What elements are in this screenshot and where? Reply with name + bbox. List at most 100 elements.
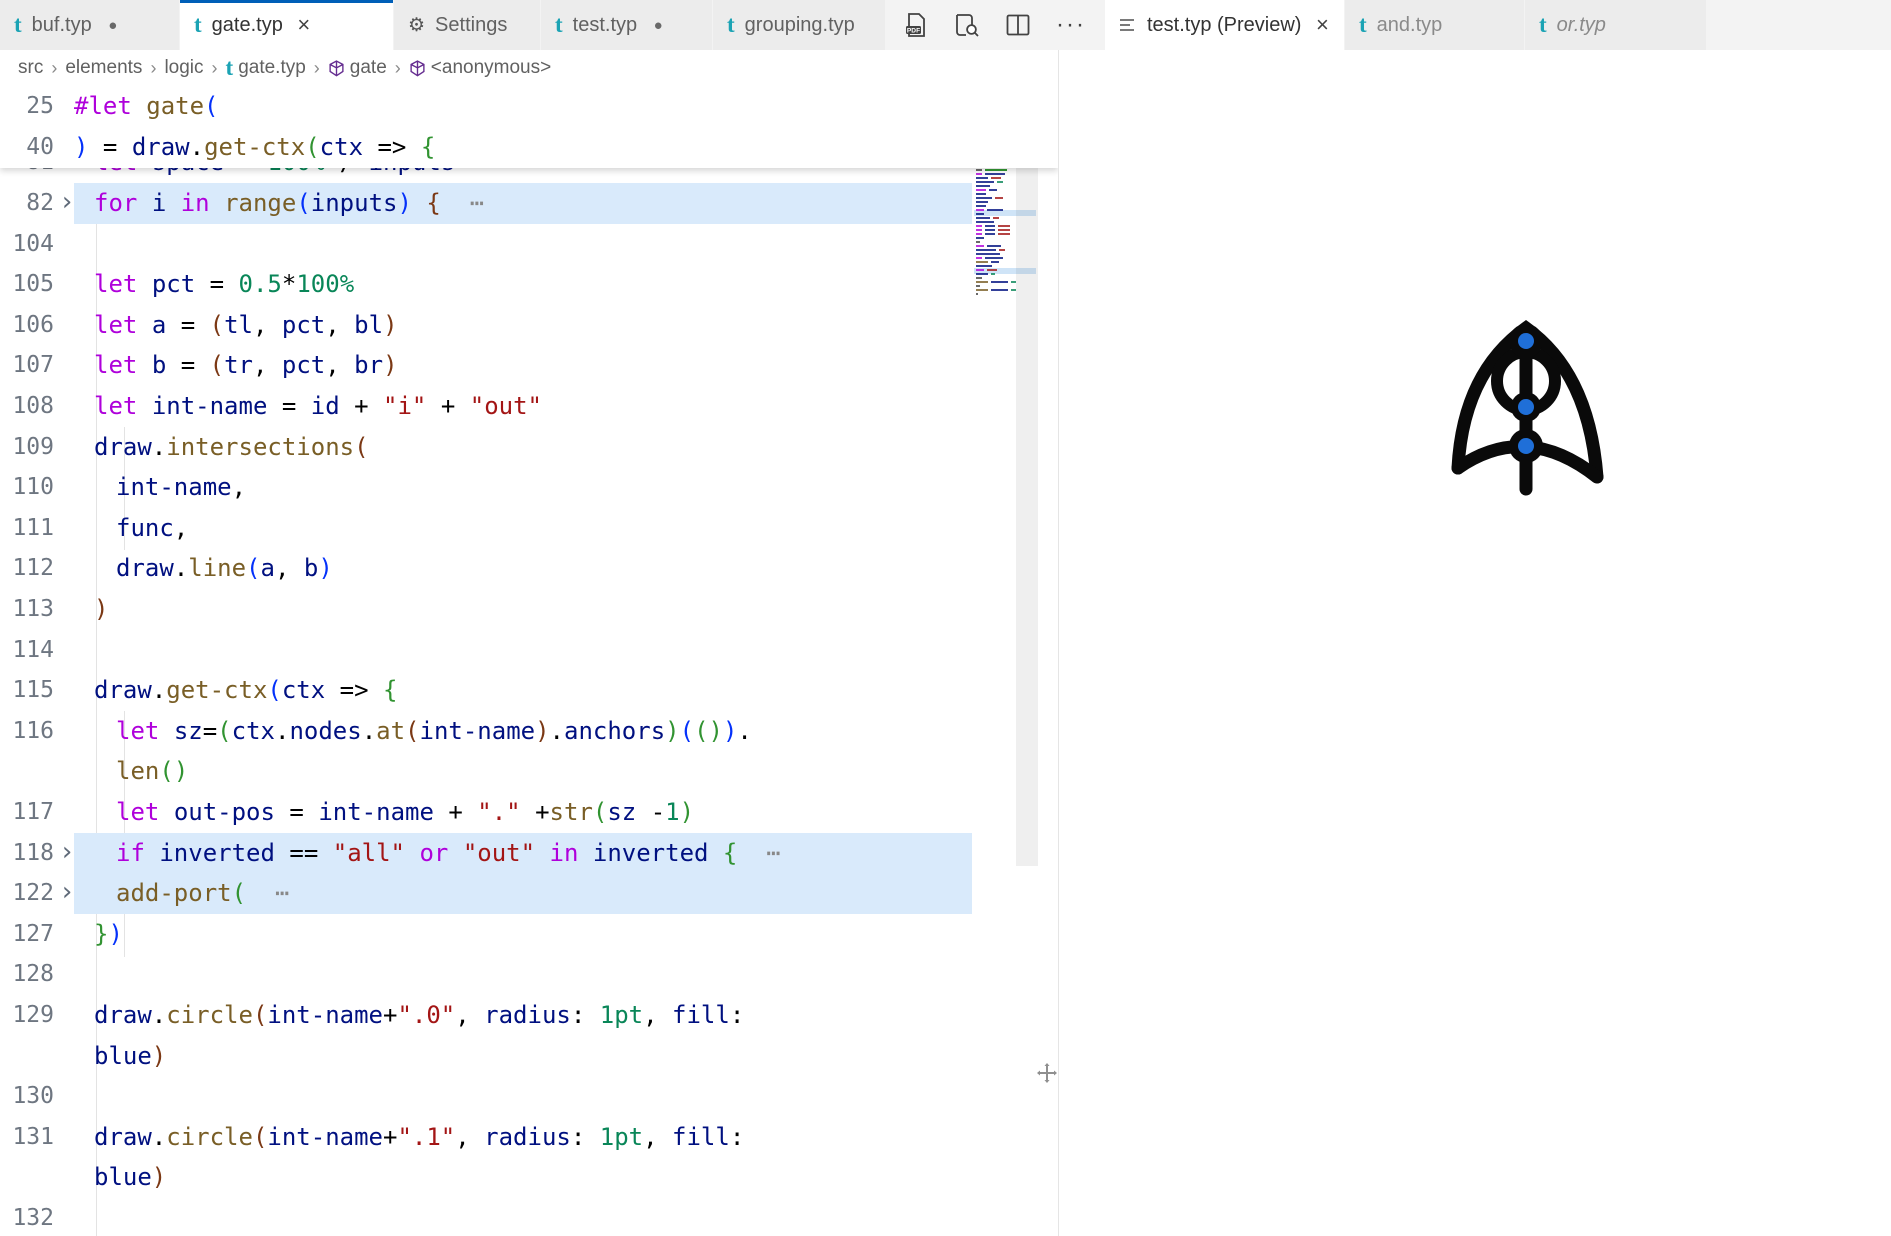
code-token: a bbox=[261, 554, 275, 582]
folded-code-ellipsis[interactable]: ⋯ bbox=[441, 189, 484, 217]
code-line-115: 115draw.get-ctx(ctx => { bbox=[0, 670, 1058, 711]
breadcrumb-item-logic[interactable]: logic bbox=[164, 57, 203, 79]
folded-code-ellipsis[interactable]: ⋯ bbox=[246, 879, 289, 907]
breadcrumb-item-gate[interactable]: gate bbox=[328, 57, 387, 79]
code-token: ( bbox=[253, 1001, 267, 1029]
breadcrumb-label: src bbox=[18, 57, 43, 79]
close-tab-button[interactable]: × bbox=[293, 15, 315, 35]
minimap-bar bbox=[998, 229, 1010, 231]
code-token: ( bbox=[405, 717, 419, 745]
code-token: draw bbox=[94, 1123, 152, 1151]
tab-label: test.typ bbox=[573, 14, 637, 37]
split-editor-button[interactable] bbox=[1006, 14, 1030, 36]
sash-resize-handle[interactable] bbox=[1037, 1063, 1057, 1083]
line-number: 117 bbox=[0, 792, 54, 833]
fold-chevron-icon[interactable]: › bbox=[59, 832, 75, 873]
breadcrumb-item--anonymous-[interactable]: <anonymous> bbox=[409, 57, 551, 79]
tab-and-typ[interactable]: tand.typ bbox=[1345, 0, 1525, 50]
breadcrumb-item-gate-typ[interactable]: tgate.typ bbox=[226, 57, 306, 79]
code-token: circle bbox=[166, 1001, 253, 1029]
code-line-40: 40) = draw.get-ctx(ctx => { bbox=[0, 127, 1058, 168]
code-token: ) bbox=[108, 920, 122, 948]
typst-preview-button[interactable] bbox=[954, 13, 980, 37]
code-token: ( bbox=[210, 311, 224, 339]
code-token: pct bbox=[152, 270, 195, 298]
code-token: ( bbox=[694, 717, 708, 745]
code-token: , bbox=[325, 351, 354, 379]
minimap-row bbox=[976, 292, 1016, 296]
code-token: , bbox=[643, 1123, 672, 1151]
minimap-bar bbox=[985, 169, 1007, 171]
code-text: #let gate( bbox=[74, 86, 219, 127]
more-actions-button[interactable]: ··· bbox=[1056, 11, 1086, 39]
fold-chevron-icon[interactable]: › bbox=[59, 872, 75, 913]
minimap-bar bbox=[985, 173, 1005, 175]
code-line-114: 114 bbox=[0, 630, 1058, 671]
folded-code-ellipsis[interactable]: ⋯ bbox=[737, 839, 780, 867]
code-text: blue) bbox=[94, 1157, 166, 1198]
breadcrumb-item-src[interactable]: src bbox=[18, 57, 43, 79]
code-line-131: 131draw.circle(int-name+".1", radius: 1p… bbox=[0, 1117, 1058, 1158]
code-token: let bbox=[94, 270, 137, 298]
code-text: draw.line(a, b) bbox=[116, 548, 333, 589]
typst-icon: t bbox=[1359, 15, 1367, 35]
code-line-25: 25 #let gate( bbox=[0, 86, 1058, 127]
code-token bbox=[137, 189, 151, 217]
code-token: * bbox=[282, 270, 296, 298]
line-number: 116 bbox=[0, 711, 54, 752]
minimap-bar bbox=[976, 277, 982, 279]
code-token: add-port bbox=[116, 879, 232, 907]
code-token: } bbox=[94, 920, 108, 948]
tab-grouping-typ[interactable]: tgrouping.typ bbox=[713, 0, 886, 50]
fold-chevron-icon[interactable]: › bbox=[59, 182, 75, 223]
code-line-116: 116let sz=(ctx.nodes.at(int-name).anchor… bbox=[0, 711, 1058, 752]
code-text: draw.circle(int-name+".1", radius: 1pt, … bbox=[94, 1117, 744, 1158]
code-token: : bbox=[730, 1123, 744, 1151]
sticky-scroll[interactable]: 25 #let gate(40) = draw.get-ctx(ctx => { bbox=[0, 86, 1058, 168]
code-line-113: 113) bbox=[0, 589, 1058, 630]
pdf-export-button[interactable]: PDF bbox=[904, 12, 928, 38]
close-tab-button[interactable]: × bbox=[1311, 15, 1333, 35]
code-token: ( bbox=[217, 717, 231, 745]
gate-preview-graphic bbox=[1450, 315, 1610, 510]
tab-group-2: test.typ (Preview)×tand.typtor.typ bbox=[1105, 0, 1707, 50]
tab-gate-typ[interactable]: tgate.typ× bbox=[180, 0, 394, 50]
code-text: for i in range(inputs) { ⋯ bbox=[94, 183, 484, 224]
code-editor[interactable]: 81let space = 100% / inputs82›for i in r… bbox=[0, 86, 1058, 1236]
tab-settings[interactable]: ⚙Settings bbox=[394, 0, 541, 50]
minimap-bar bbox=[985, 229, 995, 231]
minimap-bar bbox=[998, 233, 1010, 235]
code-token: . bbox=[275, 717, 289, 745]
code-token: ) bbox=[665, 717, 679, 745]
code-token bbox=[578, 839, 592, 867]
breadcrumb-item-elements[interactable]: elements bbox=[65, 57, 142, 79]
minimap-bar bbox=[987, 245, 1001, 247]
minimap-bar bbox=[976, 169, 982, 171]
code-text: len() bbox=[116, 751, 188, 792]
code-token: = bbox=[166, 351, 209, 379]
code-line-129: 129draw.circle(int-name+".0", radius: 1p… bbox=[0, 995, 1058, 1036]
breadcrumb-separator: › bbox=[150, 58, 156, 79]
code-token: circle bbox=[166, 1123, 253, 1151]
code-token: = bbox=[203, 717, 217, 745]
minimap-bar bbox=[976, 233, 982, 235]
editor-scrollbar[interactable] bbox=[1016, 86, 1038, 866]
code-token: br bbox=[354, 351, 383, 379]
minimap-bar bbox=[976, 269, 984, 271]
minimap-bar bbox=[976, 213, 984, 215]
line-number: 25 bbox=[0, 86, 54, 127]
tab-test-typ[interactable]: ttest.typ● bbox=[541, 0, 713, 50]
split-editor-icon bbox=[1006, 14, 1030, 36]
code-token: ( bbox=[210, 351, 224, 379]
minimap-bar bbox=[976, 245, 984, 247]
code-token: bl bbox=[354, 311, 383, 339]
code-line-105: 105let pct = 0.5*100% bbox=[0, 264, 1058, 305]
minimap-bar bbox=[991, 281, 1008, 283]
code-token: "." bbox=[477, 798, 520, 826]
tab-buf-typ[interactable]: tbuf.typ● bbox=[0, 0, 180, 50]
tab-label: or.typ bbox=[1557, 14, 1606, 37]
tab-or-typ[interactable]: tor.typ bbox=[1525, 0, 1707, 50]
code-token: 0.5 bbox=[239, 270, 282, 298]
code-token: radius bbox=[484, 1001, 571, 1029]
tab-test-typ-preview-[interactable]: test.typ (Preview)× bbox=[1105, 0, 1345, 50]
